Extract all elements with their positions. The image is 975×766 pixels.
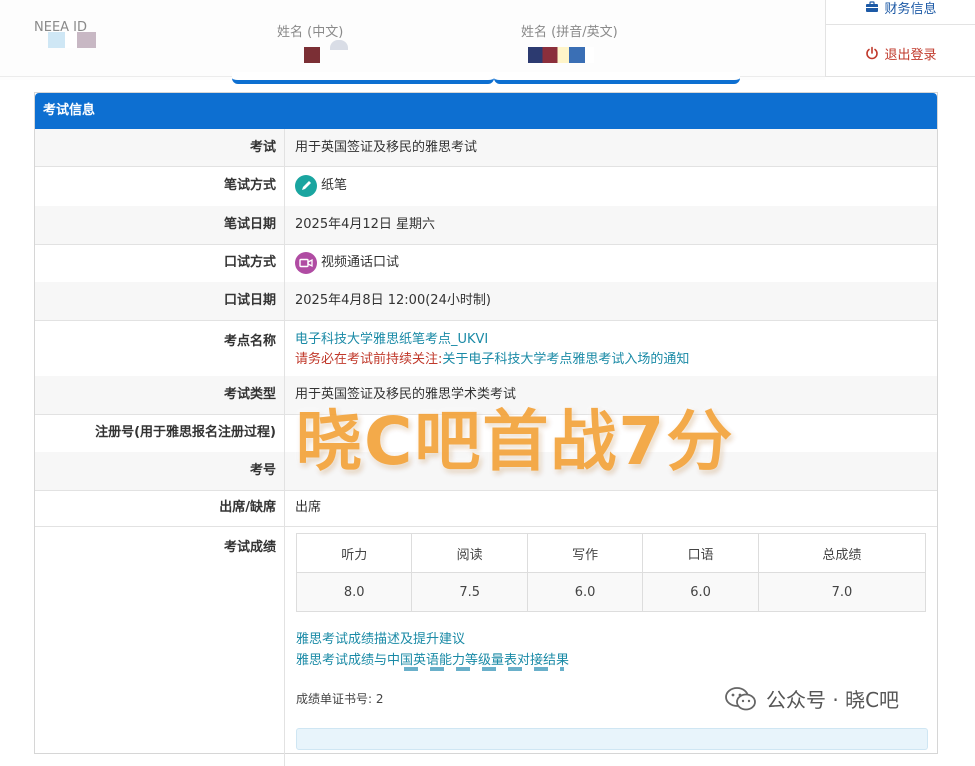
candidate-header: NEEA ID 姓名 (中文) 姓名 (拼音/英文) bbox=[0, 0, 825, 84]
wechat-account-label: 公众号 · 晓C吧 bbox=[766, 688, 900, 712]
written-date-label: 笔试日期 bbox=[35, 206, 285, 244]
header-speaking: 口语 bbox=[642, 533, 759, 573]
neea-id-redacted bbox=[48, 32, 96, 48]
notice-prefix: 请务必在考试前持续关注: bbox=[295, 352, 443, 367]
test-center-value: 电子科技大学雅思纸笔考点_UKVI 请务必在考试前持续关注:关于电子科技大学考点… bbox=[285, 320, 937, 376]
row-written-mode: 笔试方式 纸笔 bbox=[35, 166, 937, 207]
row-test-center: 考点名称 电子科技大学雅思纸笔考点_UKVI 请务必在考试前持续关注:关于电子科… bbox=[35, 320, 937, 377]
entry-notice-link[interactable]: 关于电子科技大学考点雅思考试入场的通知 bbox=[442, 352, 689, 367]
oral-date-value: 2025年4月8日 12:00(24小时制) bbox=[295, 293, 491, 308]
row-oral-date: 口试日期 2025年4月8日 12:00(24小时制) bbox=[35, 282, 937, 321]
cefr-mapping-link[interactable]: 雅思考试成绩与中国英语能力等级量表对接结果 bbox=[296, 649, 569, 668]
finance-info-label: 财务信息 bbox=[884, 1, 937, 17]
wechat-account-tag: 公众号 · 晓C吧 bbox=[724, 684, 899, 713]
exam-label: 考试 bbox=[35, 129, 285, 166]
video-camera-icon bbox=[295, 251, 317, 274]
oral-mode-label: 口试方式 bbox=[35, 244, 285, 282]
header-tab-notch-right bbox=[494, 72, 740, 84]
scores-label: 考试成绩 bbox=[35, 526, 285, 766]
row-attendance: 出席/缺席 出席 bbox=[35, 490, 937, 527]
header-listening: 听力 bbox=[295, 533, 413, 573]
wechat-icon bbox=[725, 686, 756, 710]
watermark-text: 晓C吧首战7分 bbox=[296, 403, 735, 480]
notice-box bbox=[296, 728, 928, 750]
power-icon bbox=[866, 46, 879, 60]
test-center-notice: 请务必在考试前持续关注:关于电子科技大学考点雅思考试入场的通知 bbox=[295, 350, 937, 370]
finance-info-link[interactable]: 财务信息 bbox=[826, 0, 975, 25]
candidate-no-label: 考号 bbox=[35, 452, 285, 490]
oral-mode-text: 视频通话口试 bbox=[321, 255, 400, 270]
exam-type-label: 考试类型 bbox=[35, 376, 285, 414]
chinese-name-label: 姓名 (中文) bbox=[277, 25, 344, 40]
pencil-icon bbox=[295, 174, 317, 197]
blurred-strip bbox=[404, 667, 564, 671]
pinyin-name-label: 姓名 (拼音/英文) bbox=[521, 25, 618, 40]
score-speaking: 6.0 bbox=[642, 572, 759, 612]
account-menu: 财务信息 退出登录 bbox=[825, 0, 975, 77]
written-mode-label: 笔试方式 bbox=[35, 166, 285, 206]
test-center-label: 考点名称 bbox=[35, 320, 285, 376]
written-mode-text: 纸笔 bbox=[321, 178, 348, 193]
header-tab-notch-left bbox=[232, 72, 494, 84]
briefcase-icon bbox=[866, 1, 879, 12]
logout-link[interactable]: 退出登录 bbox=[826, 36, 975, 70]
registration-no-label: 注册号(用于雅思报名注册过程) bbox=[35, 414, 285, 452]
score-table: 听力 阅读 写作 口语 总成绩 8.0 7.5 6.0 6.0 7.0 bbox=[295, 533, 927, 612]
score-writing: 6.0 bbox=[526, 572, 644, 612]
test-center-link[interactable]: 电子科技大学雅思纸笔考点_UKVI bbox=[295, 330, 937, 350]
written-date-value: 2025年4月12日 星期六 bbox=[295, 217, 436, 232]
row-exam: 考试 用于英国签证及移民的雅思考试 bbox=[35, 129, 937, 167]
score-header-row: 听力 阅读 写作 口语 总成绩 bbox=[295, 533, 927, 573]
chinese-name-redacted-2 bbox=[330, 40, 348, 50]
attendance-label: 出席/缺席 bbox=[35, 490, 285, 526]
score-overall: 7.0 bbox=[757, 572, 927, 612]
header-writing: 写作 bbox=[526, 533, 644, 573]
logout-label: 退出登录 bbox=[884, 47, 937, 63]
exam-info-title: 考试信息 bbox=[35, 93, 937, 129]
score-description-link[interactable]: 雅思考试成绩描述及提升建议 bbox=[296, 628, 465, 647]
header-overall: 总成绩 bbox=[757, 533, 927, 573]
score-value-row: 8.0 7.5 6.0 6.0 7.0 bbox=[295, 572, 927, 612]
score-listening: 8.0 bbox=[295, 572, 413, 612]
score-reading: 7.5 bbox=[411, 572, 528, 612]
written-mode-value: 纸笔 bbox=[285, 166, 937, 206]
chinese-name-redacted bbox=[304, 47, 320, 63]
attendance-value: 出席 bbox=[295, 500, 322, 515]
exam-value: 用于英国签证及移民的雅思考试 bbox=[295, 140, 478, 155]
row-written-date: 笔试日期 2025年4月12日 星期六 bbox=[35, 206, 937, 245]
row-oral-mode: 口试方式 视频通话口试 bbox=[35, 244, 937, 283]
oral-mode-value: 视频通话口试 bbox=[285, 244, 937, 282]
score-page: NEEA ID 姓名 (中文) 姓名 (拼音/英文) 财务信息 退出登录 考试信… bbox=[0, 0, 975, 766]
header-reading: 阅读 bbox=[411, 533, 528, 573]
pinyin-name-redacted bbox=[528, 47, 594, 63]
certificate-number: 成绩单证书号: 2 bbox=[296, 692, 384, 706]
oral-date-label: 口试日期 bbox=[35, 282, 285, 320]
